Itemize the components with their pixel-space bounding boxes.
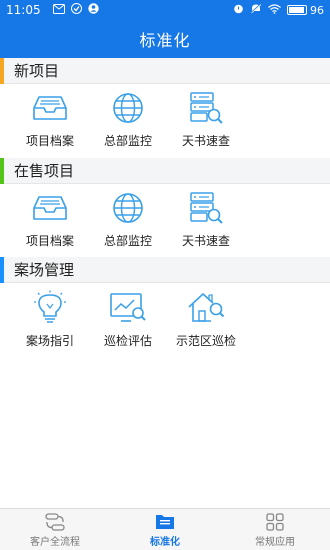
section-header-new-project: 新项目 — [0, 57, 330, 84]
tile-project-archive[interactable]: 项目档案 — [11, 84, 89, 158]
grid-icon — [264, 512, 286, 532]
inbox-tray-icon — [31, 90, 69, 126]
alarm-icon — [233, 3, 244, 17]
house-search-icon — [187, 290, 225, 326]
mail-icon — [52, 3, 65, 17]
tile-project-archive[interactable]: 项目档案 — [11, 184, 89, 258]
section-accent-bar — [0, 256, 4, 283]
battery-level: 96 — [310, 3, 324, 17]
lightbulb-icon — [31, 290, 69, 326]
mute-icon — [250, 3, 262, 17]
tab-customer-full-process[interactable]: 客户全流程 — [0, 509, 110, 550]
check-circle-icon — [70, 3, 82, 17]
section-title: 案场管理 — [14, 261, 75, 279]
tile-hq-monitoring[interactable]: 总部监控 — [89, 184, 167, 258]
tile-label: 案场指引 — [25, 334, 74, 348]
server-search-icon — [187, 90, 225, 126]
inbox-tray-icon — [31, 190, 69, 226]
tab-label: 标准化 — [150, 536, 180, 548]
server-search-icon — [187, 190, 225, 226]
globe-icon — [109, 190, 147, 226]
tile-inspection-evaluation[interactable]: 巡检评估 — [89, 284, 167, 358]
battery-icon — [287, 5, 307, 15]
folder-icon — [154, 512, 176, 532]
bottom-tab-bar: 客户全流程 标准化 常规应用 — [0, 508, 330, 550]
tab-label: 常规应用 — [255, 536, 295, 548]
section-accent-bar — [0, 57, 4, 84]
status-time: 11:05 — [6, 3, 41, 17]
tab-standardization[interactable]: 标准化 — [110, 509, 220, 550]
globe-icon — [109, 90, 147, 126]
section-header-on-sale: 在售项目 — [0, 157, 330, 184]
tile-site-guide[interactable]: 案场指引 — [11, 284, 89, 358]
tile-label: 天书速查 — [181, 134, 230, 148]
account-icon — [87, 3, 99, 17]
chart-monitor-icon — [109, 290, 147, 326]
tab-label: 客户全流程 — [30, 536, 80, 548]
tile-label: 总部监控 — [103, 134, 152, 148]
tile-label: 示范区巡检 — [175, 334, 236, 348]
tile-label: 总部监控 — [103, 234, 152, 248]
tile-hq-monitoring[interactable]: 总部监控 — [89, 84, 167, 158]
section-title: 在售项目 — [14, 162, 75, 180]
section-grid-site-management: 案场指引 巡检评估 示范区巡检 — [0, 284, 330, 358]
flow-icon — [44, 512, 66, 532]
wifi-icon — [268, 3, 281, 17]
tab-common-apps[interactable]: 常规应用 — [220, 509, 330, 550]
tile-quick-lookup[interactable]: 天书速查 — [167, 84, 245, 158]
app-header: 标准化 — [0, 20, 330, 58]
battery-indicator: 96 — [287, 4, 324, 17]
page-title: 标准化 — [139, 31, 191, 50]
tile-label: 巡检评估 — [103, 334, 152, 348]
section-grid-on-sale: 项目档案 总部监控 天书速查 — [0, 184, 330, 258]
tile-quick-lookup[interactable]: 天书速查 — [167, 184, 245, 258]
section-grid-new-project: 项目档案 总部监控 天书速查 — [0, 84, 330, 158]
section-accent-bar — [0, 157, 4, 184]
tile-label: 天书速查 — [181, 234, 230, 248]
section-title: 新项目 — [14, 62, 60, 80]
tile-label: 项目档案 — [25, 134, 74, 148]
tile-label: 项目档案 — [25, 234, 74, 248]
tile-demo-area-inspection[interactable]: 示范区巡检 — [167, 284, 245, 358]
section-header-site-management: 案场管理 — [0, 256, 330, 283]
status-bar: 11:05 96 — [0, 0, 330, 20]
